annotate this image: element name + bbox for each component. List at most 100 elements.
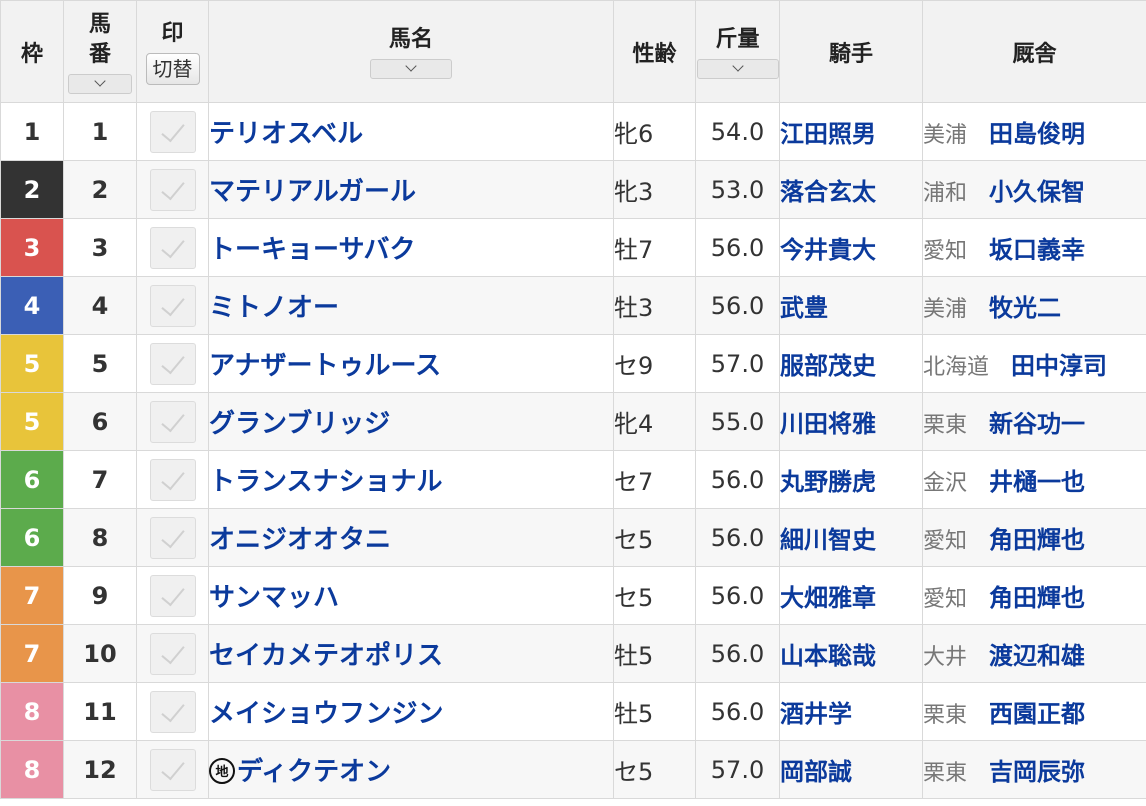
trainer-link[interactable]: 新谷功一	[989, 410, 1085, 438]
horse-name-link[interactable]: アナザートゥルース	[210, 351, 442, 381]
mark-checkbox[interactable]	[149, 690, 196, 733]
carried-weight: 56.0	[695, 508, 780, 567]
horse-name-cell[interactable]: トランスナショナル	[208, 450, 614, 509]
horse-name-cell[interactable]: サンマッハ	[208, 566, 614, 625]
trainer-link[interactable]: 牧光二	[989, 294, 1061, 322]
jockey-link[interactable]: 武豊	[781, 294, 829, 322]
umaban-sort-button[interactable]	[68, 73, 132, 94]
mark-toggle-button[interactable]: 切替	[145, 52, 200, 85]
stable-region: 栗東	[923, 413, 968, 438]
jockey-cell[interactable]: 丸野勝虎	[779, 450, 923, 509]
header-umaban-label-1: 馬	[88, 11, 111, 37]
mark-checkbox[interactable]	[149, 574, 196, 617]
jockey-cell[interactable]: 江田照男	[779, 102, 923, 161]
horse-name-cell[interactable]: 地ディクテオン	[208, 740, 614, 799]
mark-checkbox[interactable]	[149, 458, 196, 501]
jockey-link[interactable]: 酒井学	[781, 700, 853, 728]
horse-name-link[interactable]: サンマッハ	[210, 583, 340, 613]
stable-region: 愛知	[923, 239, 968, 264]
trainer-link[interactable]: 田島俊明	[989, 120, 1085, 148]
header-umaban-label-2: 番	[88, 41, 111, 67]
sex-age: 牝3	[613, 160, 696, 219]
mark-checkbox[interactable]	[149, 110, 196, 153]
horse-name-link[interactable]: トランスナショナル	[210, 467, 443, 497]
mark-checkbox[interactable]	[149, 400, 196, 443]
horse-name-cell[interactable]: アナザートゥルース	[208, 334, 614, 393]
chevron-down-icon	[731, 59, 744, 72]
table-row: 1 1 テリオスベル 牝6 54.0 江田照男 美浦 田島俊明	[0, 102, 1146, 161]
trainer-link[interactable]: 角田輝也	[989, 584, 1085, 612]
sex-age-label: 牡7	[614, 236, 654, 264]
horse-name-link[interactable]: セイカメテオポリス	[210, 641, 444, 671]
header-horse[interactable]: 馬名	[208, 0, 614, 103]
jockey-cell[interactable]: 酒井学	[779, 682, 923, 741]
horse-name-cell[interactable]: テリオスベル	[208, 102, 614, 161]
jockey-cell[interactable]: 大畑雅章	[779, 566, 923, 625]
sex-age-label: 牡5	[614, 700, 654, 728]
horse-name-cell[interactable]: トーキョーサバク	[208, 218, 614, 277]
jockey-cell[interactable]: 今井貴大	[779, 218, 923, 277]
mark-checkbox[interactable]	[149, 632, 196, 675]
sex-age-label: 牝6	[614, 120, 654, 148]
trainer-link[interactable]: 坂口義幸	[989, 236, 1085, 264]
jockey-link[interactable]: 岡部誠	[781, 758, 853, 786]
jockey-link[interactable]: 落合玄太	[781, 178, 877, 206]
jockey-link[interactable]: 大畑雅章	[781, 584, 877, 612]
sex-age: 牡3	[613, 276, 696, 335]
horse-name-link[interactable]: オニジオオタニ	[210, 525, 392, 555]
jockey-cell[interactable]: 落合玄太	[779, 160, 923, 219]
stable-region: 栗東	[923, 703, 968, 728]
jockey-link[interactable]: 山本聡哉	[781, 642, 877, 670]
header-umaban[interactable]: 馬 番	[63, 0, 137, 103]
trainer-link[interactable]: 吉岡辰弥	[989, 758, 1085, 786]
jockey-link[interactable]: 丸野勝虎	[781, 468, 877, 496]
mark-checkbox[interactable]	[149, 342, 196, 385]
mark-checkbox[interactable]	[149, 226, 196, 269]
jockey-link[interactable]: 細川智史	[781, 526, 877, 554]
horse-name-cell[interactable]: マテリアルガール	[208, 160, 614, 219]
horse-name-link[interactable]: テリオスベル	[210, 119, 364, 149]
horse-sort-button[interactable]	[370, 58, 452, 79]
jockey-link[interactable]: 服部茂史	[781, 352, 877, 380]
jockey-link[interactable]: 江田照男	[781, 120, 877, 148]
horse-number: 6	[63, 392, 137, 451]
horse-name-cell[interactable]: ミトノオー	[208, 276, 614, 335]
trainer-link[interactable]: 角田輝也	[989, 526, 1085, 554]
horse-name-link[interactable]: トーキョーサバク	[210, 235, 416, 265]
sex-age: セ7	[613, 450, 696, 509]
jockey-cell[interactable]: 川田将雅	[779, 392, 923, 451]
mark-checkbox[interactable]	[149, 284, 196, 327]
horse-name-cell[interactable]: セイカメテオポリス	[208, 624, 614, 683]
mark-checkbox[interactable]	[149, 748, 196, 791]
horse-name-link[interactable]: ミトノオー	[210, 293, 340, 323]
chevron-down-icon	[405, 59, 417, 72]
header-weight[interactable]: 斤量	[695, 0, 780, 103]
horse-name-link[interactable]: メイショウフンジン	[210, 699, 444, 729]
weight-sort-button[interactable]	[696, 58, 779, 79]
trainer-link[interactable]: 井樋一也	[989, 468, 1085, 496]
jockey-link[interactable]: 今井貴大	[781, 236, 877, 264]
trainer-link[interactable]: 渡辺和雄	[989, 642, 1085, 670]
horse-name-link[interactable]: ディクテオン	[237, 757, 391, 787]
jockey-cell[interactable]: 細川智史	[779, 508, 923, 567]
horse-name-cell[interactable]: メイショウフンジン	[208, 682, 614, 741]
trainer-link[interactable]: 田中淳司	[1011, 352, 1107, 380]
jockey-link[interactable]: 川田将雅	[781, 410, 877, 438]
carried-weight: 54.0	[695, 102, 780, 161]
jockey-cell[interactable]: 服部茂史	[779, 334, 923, 393]
horse-name-link[interactable]: マテリアルガール	[210, 177, 416, 207]
table-row: 7 9 サンマッハ セ5 56.0 大畑雅章 愛知 角田輝也	[0, 566, 1146, 625]
horse-number-label: 6	[91, 407, 109, 436]
trainer-link[interactable]: 西園正都	[989, 700, 1085, 728]
mark-checkbox[interactable]	[149, 168, 196, 211]
jockey-cell[interactable]: 岡部誠	[779, 740, 923, 799]
horse-name-cell[interactable]: グランブリッジ	[208, 392, 614, 451]
jockey-cell[interactable]: 山本聡哉	[779, 624, 923, 683]
jockey-cell[interactable]: 武豊	[779, 276, 923, 335]
carried-weight: 57.0	[695, 740, 780, 799]
trainer-link[interactable]: 小久保智	[989, 178, 1085, 206]
horse-name-cell[interactable]: オニジオオタニ	[208, 508, 614, 567]
mark-checkbox[interactable]	[149, 516, 196, 559]
horse-name-link[interactable]: グランブリッジ	[210, 409, 391, 439]
carried-weight: 56.0	[695, 450, 780, 509]
